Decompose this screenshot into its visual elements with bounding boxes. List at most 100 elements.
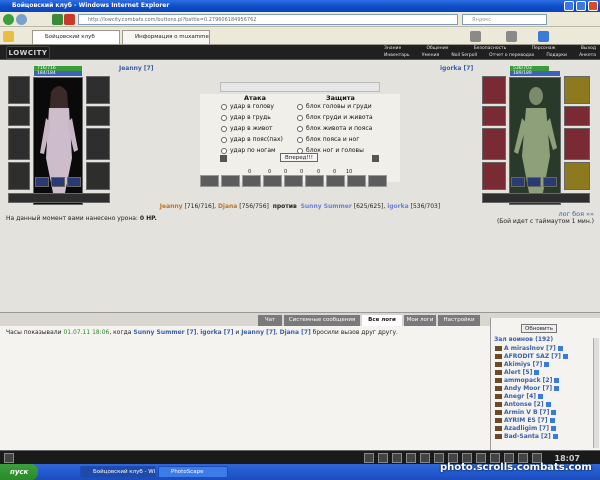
toolbar-icon-1[interactable]	[364, 453, 374, 463]
chat-name-2[interactable]: igorka [7]	[200, 329, 233, 336]
maximize-button[interactable]	[576, 1, 586, 11]
nav-exit[interactable]: Выход	[581, 46, 596, 52]
roster-item[interactable]: ammopack [2]	[495, 377, 560, 384]
info-icon[interactable]	[554, 378, 560, 383]
roster-item[interactable]: A miraslnov [7]	[495, 345, 563, 352]
technique-icon-1[interactable]	[200, 175, 219, 187]
technique-icon-5[interactable]	[284, 175, 303, 187]
team1-player-2-name[interactable]: Djana	[218, 203, 237, 210]
minimize-button[interactable]	[564, 1, 574, 11]
info-icon[interactable]	[557, 346, 563, 351]
nav-transfers[interactable]: Отчет о переводах	[489, 53, 534, 59]
attack-radio-chest[interactable]	[221, 115, 227, 121]
info-icon[interactable]	[551, 410, 557, 415]
technique-icon-9[interactable]	[368, 175, 387, 187]
left-amulet-slot[interactable]	[8, 106, 30, 126]
search-input[interactable]: Яндекс	[462, 14, 547, 25]
nav-character[interactable]: Персонаж	[532, 46, 556, 52]
right-player-name[interactable]: igorka [7]	[440, 65, 473, 72]
tools-icon[interactable]	[538, 31, 549, 42]
favorites-star-icon[interactable]	[3, 31, 14, 42]
roster-item[interactable]: Anegr [4]	[495, 393, 543, 400]
left-belt-slots[interactable]	[8, 193, 110, 203]
nav-gifts[interactable]: Подарки	[546, 53, 567, 59]
task-photoscape[interactable]: PhotoScape	[158, 466, 228, 478]
chat-input-icon[interactable]	[4, 453, 14, 463]
nav-communication[interactable]: Общение	[426, 46, 448, 52]
chat-name-3[interactable]: Jeanny [7]	[241, 329, 276, 336]
left-armor-slot[interactable]	[8, 162, 30, 190]
nav-knowledge[interactable]: Знание	[384, 46, 401, 52]
nav-skills[interactable]: Умения	[422, 53, 439, 59]
defense-radio-belt-legs[interactable]	[297, 137, 303, 143]
technique-icon-2[interactable]	[221, 175, 240, 187]
right-helmet-slot[interactable]	[482, 76, 506, 104]
left-glove-slot[interactable]	[86, 106, 110, 126]
right-earring-slot[interactable]	[564, 76, 590, 104]
info-icon[interactable]	[552, 434, 558, 439]
right-weapon-slot[interactable]	[482, 128, 506, 160]
info-icon[interactable]	[554, 386, 560, 391]
attack-radio-head[interactable]	[221, 104, 227, 110]
attack-radio-legs[interactable]	[221, 148, 227, 154]
right-ring-slot-2[interactable]	[527, 177, 541, 187]
right-armor-slot[interactable]	[482, 162, 506, 190]
right-glove-slot[interactable]	[564, 106, 590, 126]
left-helmet-slot[interactable]	[8, 76, 30, 104]
right-boots-slot[interactable]	[564, 162, 590, 190]
tab-system-messages[interactable]: Системные сообщения	[284, 315, 360, 326]
toolbar-icon-2[interactable]	[378, 453, 388, 463]
task-browser[interactable]: Бойцовский клуб - Wi...	[80, 466, 156, 478]
tab-settings[interactable]: Настройки	[438, 315, 480, 326]
roster-item[interactable]: Alert [5]	[495, 369, 540, 376]
roster-item[interactable]: Azadligim [7]	[495, 425, 556, 432]
info-icon[interactable]	[550, 426, 556, 431]
left-shield-slot[interactable]	[86, 128, 110, 160]
tab-chat[interactable]: Чат	[258, 315, 282, 326]
chat-name-4[interactable]: Djana [7]	[280, 329, 311, 336]
back-icon[interactable]	[3, 14, 14, 25]
roster-item[interactable]: Bad-Santa [2]	[495, 433, 558, 440]
technique-icon-7[interactable]	[326, 175, 345, 187]
tab-my-logs[interactable]: Мои логи	[404, 315, 436, 326]
left-ring-slot-2[interactable]	[51, 177, 65, 187]
nav-serpoll[interactable]: Noil Serpoll	[451, 53, 477, 59]
defense-radio-chest-stomach[interactable]	[297, 115, 303, 121]
right-ring-slot-3[interactable]	[543, 177, 557, 187]
info-icon[interactable]	[562, 354, 568, 359]
go-button[interactable]: Вперед!!!	[280, 153, 318, 162]
nav-security[interactable]: Безопасность	[474, 46, 507, 52]
toolbar-icon-5[interactable]	[420, 453, 430, 463]
left-earring-slot[interactable]	[86, 76, 110, 104]
tab-fight-club[interactable]: Бойцовский клуб	[32, 30, 120, 44]
right-amulet-slot[interactable]	[482, 106, 506, 126]
info-icon[interactable]	[538, 394, 543, 399]
info-icon[interactable]	[534, 370, 540, 375]
roster-item[interactable]: AFRODIT SAZ [7]	[495, 353, 568, 360]
technique-icon-3[interactable]	[242, 175, 261, 187]
left-boots-slot[interactable]	[86, 162, 110, 190]
forward-icon[interactable]	[16, 14, 27, 25]
roster-item[interactable]: AYRIM ES [7]	[495, 417, 555, 424]
toolbar-icon-4[interactable]	[406, 453, 416, 463]
info-icon[interactable]	[549, 418, 555, 423]
defense-radio-stomach-belt[interactable]	[297, 126, 303, 132]
tab-all-logs[interactable]: Все логи	[362, 315, 402, 326]
home-icon[interactable]	[470, 31, 481, 42]
print-icon[interactable]	[506, 31, 517, 42]
team1-player-1-name[interactable]: Jeanny	[160, 203, 183, 210]
roster-item[interactable]: Andy Moor [7]	[495, 385, 560, 392]
roster-item[interactable]: Antonse [2]	[495, 401, 551, 408]
left-ring-slot-1[interactable]	[35, 177, 49, 187]
battle-log-link[interactable]: лог боя »»	[558, 210, 594, 218]
nav-profile[interactable]: Анкета	[579, 53, 596, 59]
right-ring-slot-1[interactable]	[511, 177, 525, 187]
team2-player-2-name[interactable]: igorka	[387, 203, 408, 210]
tab-info[interactable]: Информация о muxammed	[122, 30, 210, 44]
refresh-button[interactable]: Обновить	[521, 324, 557, 333]
spell-slots-row[interactable]	[220, 82, 380, 92]
start-button[interactable]: пуск	[0, 464, 38, 480]
right-belt-slots[interactable]	[482, 193, 590, 203]
chat-name-1[interactable]: Sunny Summer [7]	[133, 329, 196, 336]
refresh-icon[interactable]	[52, 14, 63, 25]
